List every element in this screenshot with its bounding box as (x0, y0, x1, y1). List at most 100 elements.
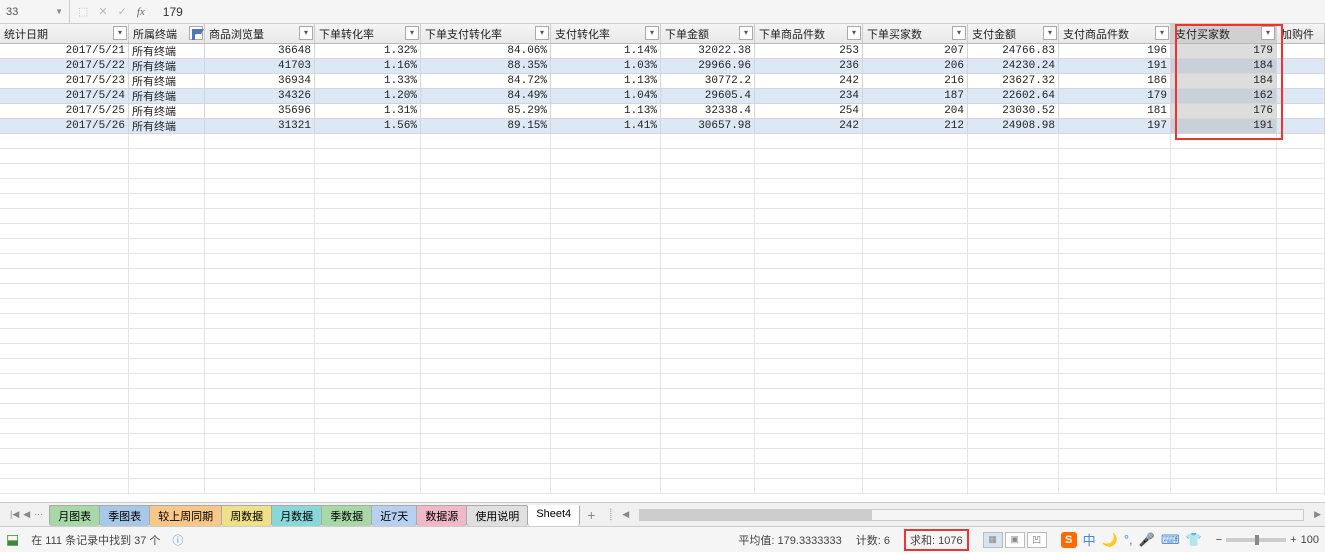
cell[interactable]: 41703 (205, 59, 315, 73)
empty-row[interactable] (0, 434, 1325, 449)
cell[interactable] (1277, 89, 1325, 103)
expand-icon[interactable]: ⬚ (78, 5, 88, 18)
cell[interactable]: 179 (1171, 44, 1277, 58)
cell[interactable]: 1.31% (315, 104, 421, 118)
chevron-down-icon[interactable]: ▼ (55, 7, 63, 16)
view-page-icon[interactable]: ▣ (1005, 532, 1025, 548)
col-header-pay-buyers[interactable]: 支付买家数 (1171, 24, 1277, 43)
scroll-left-icon[interactable]: ◀ (618, 509, 633, 520)
filter-icon[interactable] (1155, 26, 1169, 40)
cell[interactable]: 24766.83 (968, 44, 1059, 58)
cell[interactable]: 162 (1171, 89, 1277, 103)
empty-row[interactable] (0, 284, 1325, 299)
cell[interactable]: 176 (1171, 104, 1277, 118)
cell[interactable]: 1.13% (551, 104, 661, 118)
cell[interactable]: 32338.4 (661, 104, 755, 118)
sheet-tab[interactable]: 月图表 (49, 505, 100, 526)
table-row[interactable]: 2017/5/25所有终端356961.31%85.29%1.13%32338.… (0, 104, 1325, 119)
cell[interactable]: 1.13% (551, 74, 661, 88)
cell[interactable]: 207 (863, 44, 968, 58)
empty-row[interactable] (0, 299, 1325, 314)
col-header-addcart[interactable]: 加购件 (1277, 24, 1325, 43)
empty-row[interactable] (0, 194, 1325, 209)
empty-row[interactable] (0, 224, 1325, 239)
cell[interactable]: 所有终端 (129, 44, 205, 58)
empty-row[interactable] (0, 374, 1325, 389)
cell[interactable]: 89.15% (421, 119, 551, 133)
cell[interactable]: 31321 (205, 119, 315, 133)
zoom-out-icon[interactable]: − (1216, 534, 1222, 546)
zoom-thumb[interactable] (1255, 535, 1259, 545)
ime-zhong-icon[interactable]: 中 (1083, 530, 1096, 549)
cell[interactable]: 24230.24 (968, 59, 1059, 73)
filter-icon[interactable] (739, 26, 753, 40)
cell[interactable] (1277, 119, 1325, 133)
filter-icon[interactable] (847, 26, 861, 40)
table-row[interactable]: 2017/5/23所有终端369341.33%84.72%1.13%30772.… (0, 74, 1325, 89)
sheet-tab[interactable]: 使用说明 (466, 505, 528, 526)
cell[interactable]: 所有终端 (129, 104, 205, 118)
filter-icon[interactable] (189, 26, 203, 40)
cell[interactable]: 84.49% (421, 89, 551, 103)
cell[interactable]: 206 (863, 59, 968, 73)
sheet-tab[interactable]: 季数据 (321, 505, 372, 526)
cell[interactable]: 88.35% (421, 59, 551, 73)
ime-mic-icon[interactable]: 🎤 (1139, 532, 1155, 548)
sheet-tab[interactable]: 较上周同期 (149, 505, 222, 526)
sheet-tab[interactable]: 周数据 (221, 505, 272, 526)
cell[interactable]: 29966.96 (661, 59, 755, 73)
cell[interactable]: 所有终端 (129, 89, 205, 103)
cell[interactable]: 2017/5/22 (0, 59, 129, 73)
cell[interactable]: 32022.38 (661, 44, 755, 58)
cell[interactable]: 184 (1171, 59, 1277, 73)
horizontal-scrollbar[interactable] (633, 509, 1310, 521)
col-header-pay-rate[interactable]: 支付转化率 (551, 24, 661, 43)
cell[interactable]: 186 (1059, 74, 1171, 88)
col-header-pay-qty[interactable]: 支付商品件数 (1059, 24, 1171, 43)
col-header-date[interactable]: 统计日期 (0, 24, 129, 43)
col-header-views[interactable]: 商品浏览量 (205, 24, 315, 43)
cell[interactable]: 179 (1059, 89, 1171, 103)
col-header-order-amt[interactable]: 下单金额 (661, 24, 755, 43)
ime-moon-icon[interactable]: 🌙 (1102, 532, 1118, 548)
cell[interactable]: 84.72% (421, 74, 551, 88)
empty-row[interactable] (0, 209, 1325, 224)
cell[interactable]: 1.20% (315, 89, 421, 103)
cell[interactable]: 1.32% (315, 44, 421, 58)
scroll-right-icon[interactable]: ▶ (1310, 509, 1325, 520)
filter-icon[interactable] (299, 26, 313, 40)
cell[interactable]: 2017/5/26 (0, 119, 129, 133)
info-icon[interactable]: ⓘ (172, 532, 183, 548)
tab-first-icon[interactable]: |◀ (10, 509, 19, 520)
cell[interactable]: 22602.64 (968, 89, 1059, 103)
view-normal-icon[interactable]: ▦ (983, 532, 1003, 548)
cancel-icon[interactable]: ✕ (98, 5, 107, 18)
filter-icon[interactable] (1043, 26, 1057, 40)
cell[interactable]: 36934 (205, 74, 315, 88)
cell[interactable]: 254 (755, 104, 863, 118)
cell[interactable]: 2017/5/21 (0, 44, 129, 58)
empty-row[interactable] (0, 269, 1325, 284)
scrollbar-thumb[interactable] (640, 510, 872, 520)
cell[interactable]: 1.04% (551, 89, 661, 103)
cell[interactable] (1277, 44, 1325, 58)
cell[interactable] (1277, 59, 1325, 73)
tab-prev-icon[interactable]: ◀ (23, 509, 30, 520)
filter-icon[interactable] (113, 26, 127, 40)
cell[interactable] (1277, 74, 1325, 88)
cell[interactable]: 1.14% (551, 44, 661, 58)
sheet-tab[interactable]: Sheet4 (527, 505, 580, 526)
cell[interactable]: 216 (863, 74, 968, 88)
sheet-tab[interactable]: 季图表 (99, 505, 150, 526)
fx-icon[interactable]: fx (137, 6, 145, 18)
confirm-icon[interactable]: ✓ (118, 5, 127, 18)
empty-row[interactable] (0, 464, 1325, 479)
tab-more-icon[interactable]: ··· (34, 509, 43, 520)
sheet-tab[interactable]: 近7天 (371, 505, 417, 526)
cell[interactable]: 所有终端 (129, 119, 205, 133)
empty-row[interactable] (0, 239, 1325, 254)
empty-row[interactable] (0, 359, 1325, 374)
cell[interactable]: 234 (755, 89, 863, 103)
empty-row[interactable] (0, 419, 1325, 434)
cell[interactable]: 242 (755, 74, 863, 88)
